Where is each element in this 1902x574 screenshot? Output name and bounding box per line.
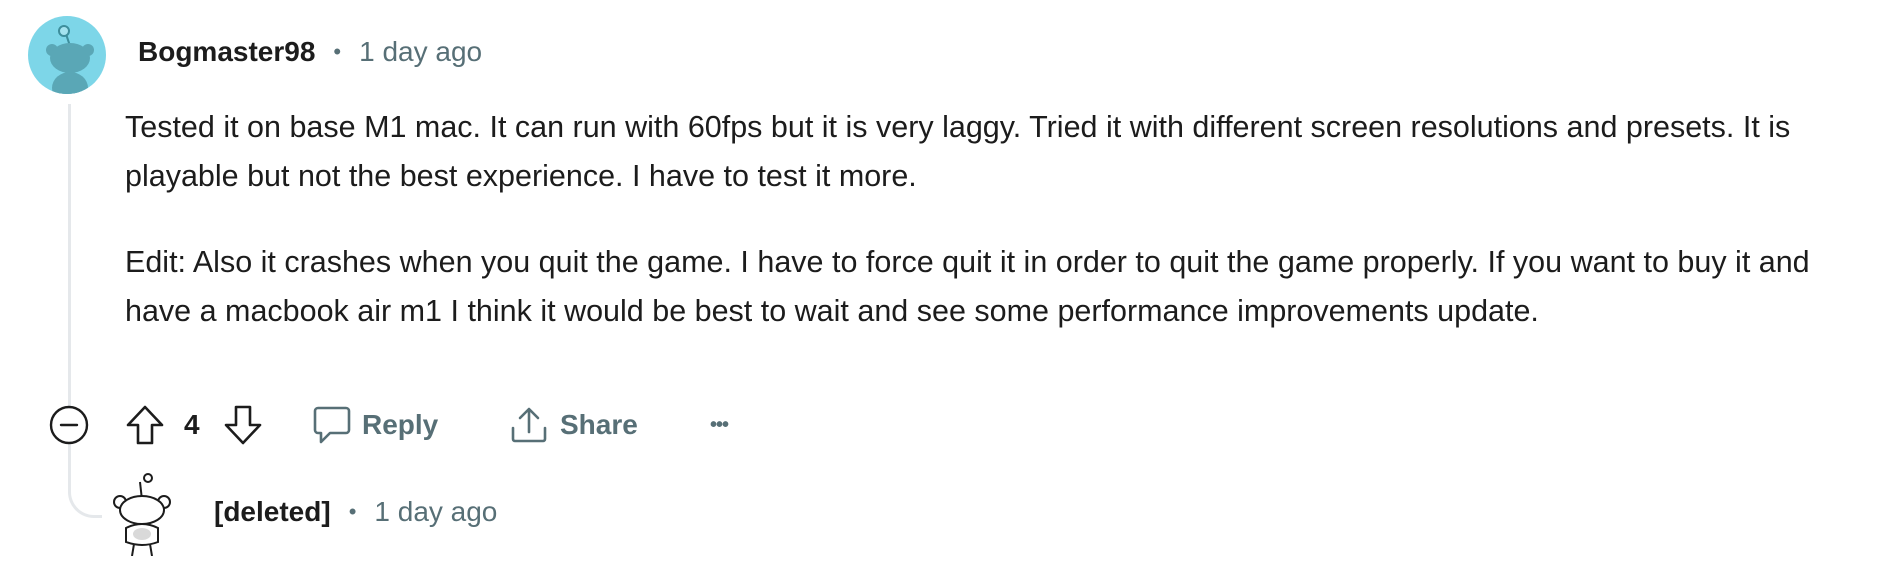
- meta-separator: •: [348, 499, 357, 524]
- reply-thread-connector: [68, 440, 102, 518]
- comment-paragraph: Tested it on base M1 mac. It can run wit…: [125, 110, 1791, 193]
- reply-timestamp[interactable]: 1 day ago: [374, 496, 497, 528]
- reply-label: Reply: [362, 409, 439, 440]
- comment-body: Tested it on base M1 mac. It can run wit…: [125, 103, 1865, 335]
- reply-meta: [deleted] • 1 day ago: [214, 496, 497, 528]
- arrow-down-icon: [224, 405, 262, 445]
- downvote-button[interactable]: [222, 400, 264, 450]
- share-icon: [511, 407, 547, 443]
- arrow-up-icon: [126, 405, 164, 445]
- ellipsis-icon: •••: [710, 413, 729, 436]
- comment-author[interactable]: Bogmaster98: [138, 36, 315, 68]
- comment-paragraph: Edit: Also it crashes when you quit the …: [125, 245, 1810, 328]
- reply-author: [deleted]: [214, 496, 331, 527]
- upvote-button[interactable]: [124, 400, 166, 450]
- comment-timestamp[interactable]: 1 day ago: [359, 36, 482, 68]
- minus-circle-icon: [49, 405, 89, 445]
- thread-line: [68, 104, 71, 420]
- more-options-button[interactable]: •••: [710, 400, 729, 450]
- speech-bubble-icon: [313, 406, 351, 444]
- share-label: Share: [560, 409, 638, 440]
- reply-button[interactable]: Reply: [312, 400, 438, 450]
- share-button[interactable]: Share: [508, 400, 638, 450]
- vote-count: 4: [184, 409, 200, 440]
- comment-action-bar: 4 Reply Share •••: [0, 400, 1902, 450]
- snoo-outline-avatar-icon: [108, 472, 176, 557]
- snoo-avatar-icon[interactable]: [28, 16, 106, 94]
- meta-separator: •: [333, 39, 342, 64]
- collapse-button[interactable]: [48, 400, 90, 450]
- comment-meta: Bogmaster98 • 1 day ago: [138, 36, 482, 68]
